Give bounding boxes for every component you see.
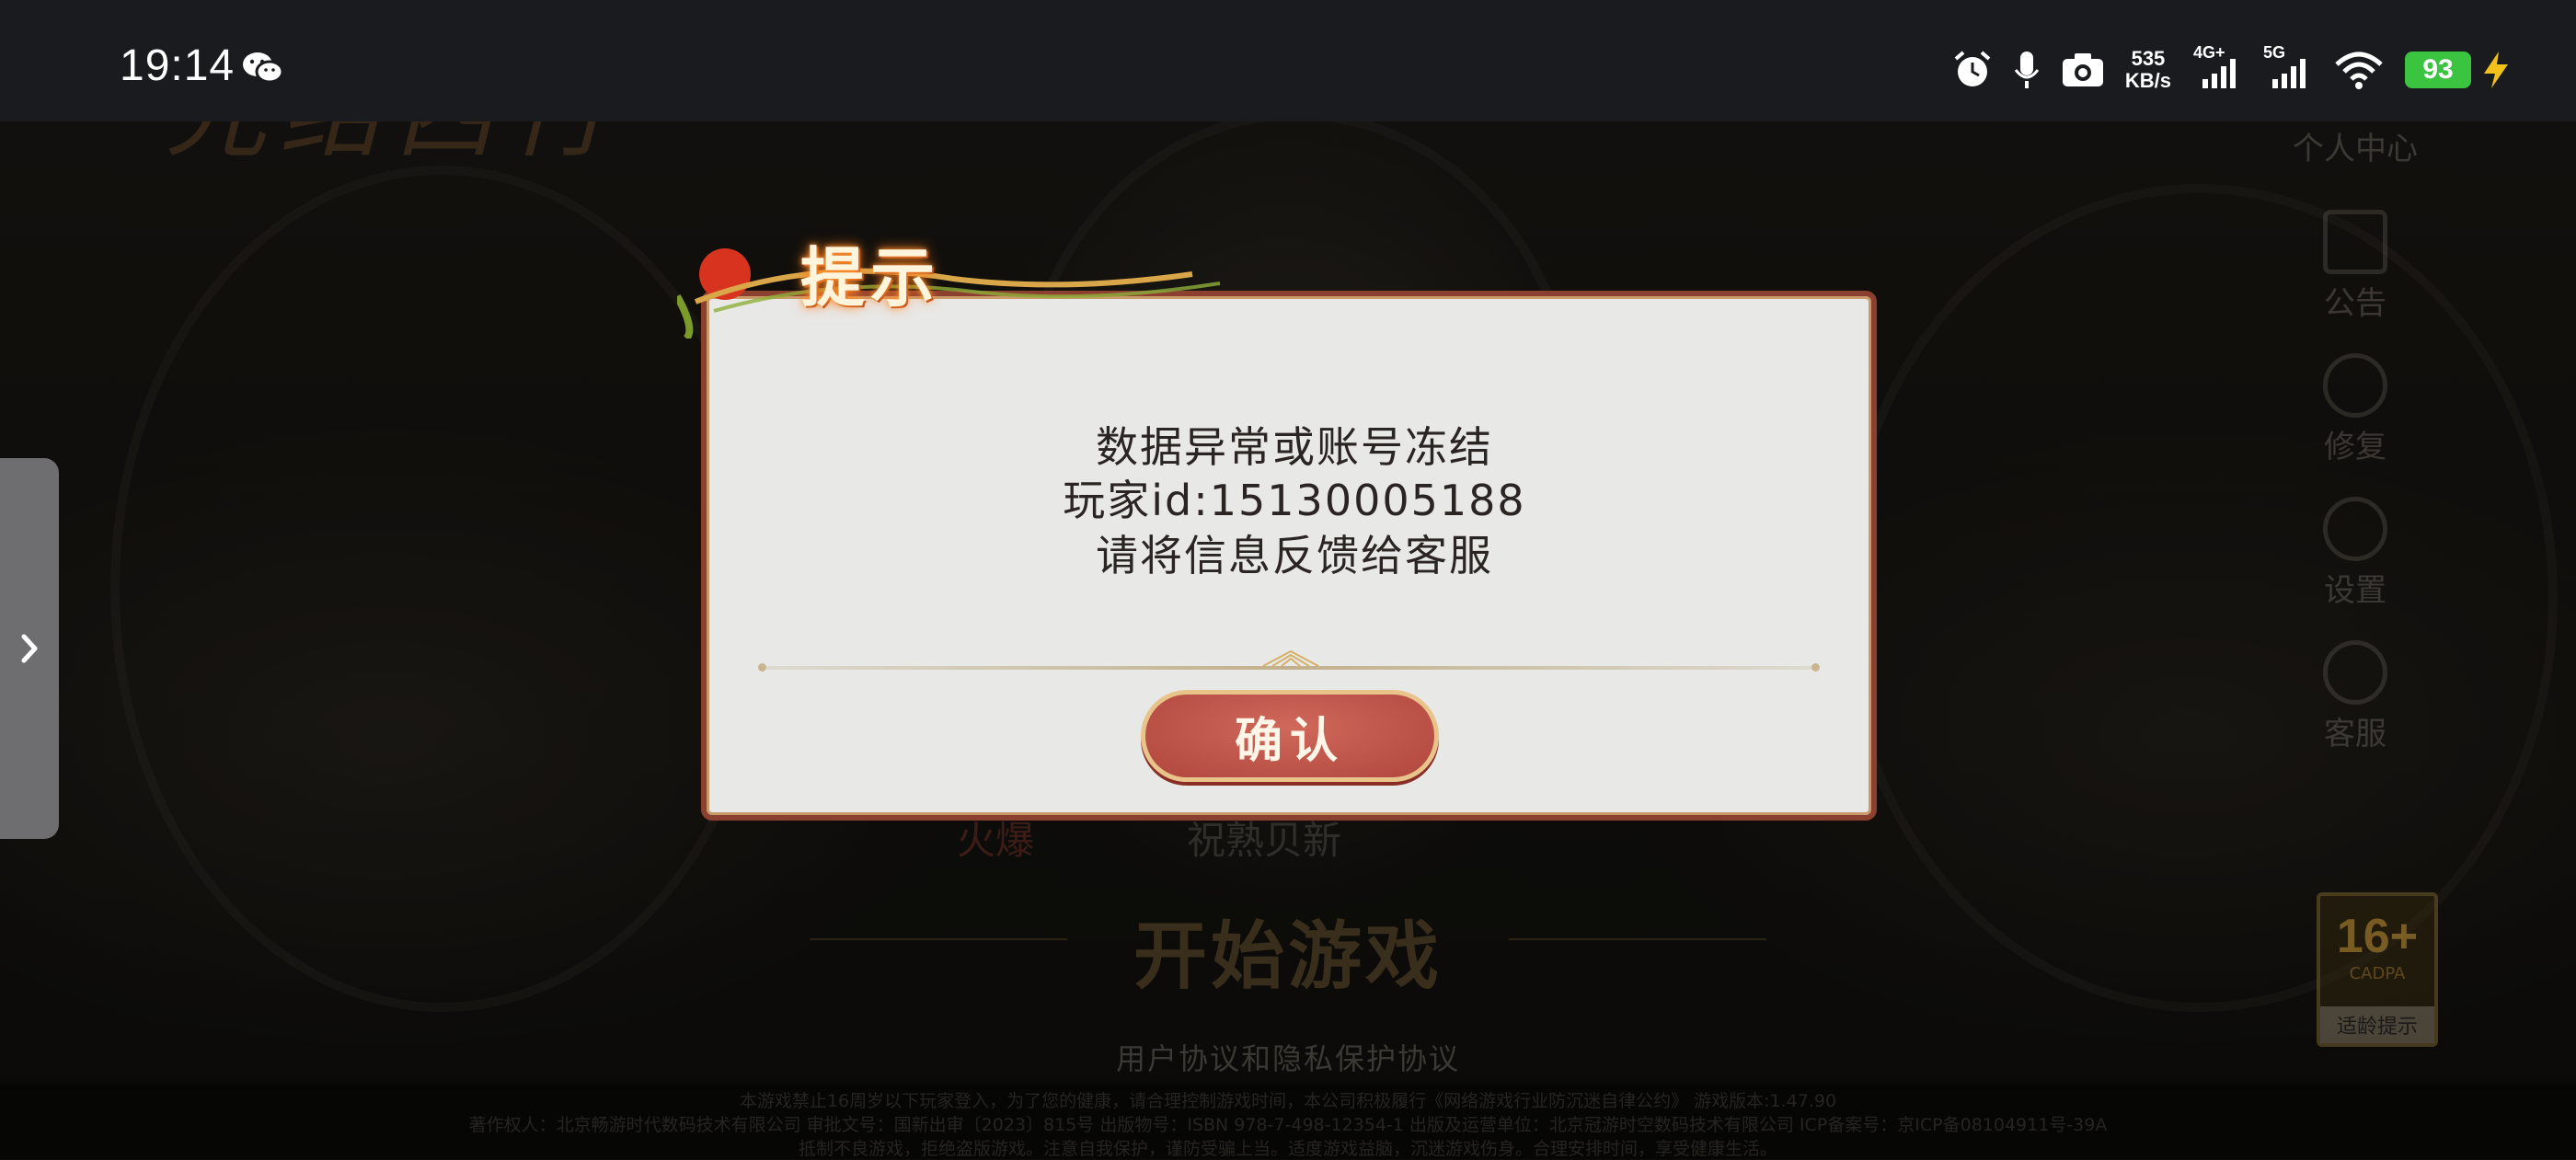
camera-icon (2062, 53, 2103, 86)
signal-4g-icon: 4G+ (2193, 43, 2243, 91)
alert-dialog: 数据异常或账号冻结 玩家id:15130005188 请将信息反馈给客服 确认 (701, 291, 1877, 821)
dialog-message-player-id: 玩家id:15130005188 (1063, 476, 1526, 525)
wifi-icon (2335, 52, 2383, 89)
confirm-button-label: 确认 (1234, 712, 1345, 769)
dialog-message-line1: 数据异常或账号冻结 (1096, 422, 1493, 472)
network-type-2: 5G (2263, 43, 2286, 62)
confirm-button[interactable]: 确认 (1141, 690, 1439, 782)
chevron-right-icon (21, 634, 38, 663)
dialog-divider (758, 649, 1820, 672)
ornament-icon (1262, 649, 1319, 666)
dialog-title-ornament (677, 248, 1221, 339)
wechat-icon (243, 52, 283, 84)
dialog-title: 提示 (800, 239, 940, 316)
clock: 19:14 (120, 41, 236, 90)
side-drawer-tab[interactable] (0, 458, 59, 839)
charging-icon (2484, 52, 2508, 88)
battery-indicator: 93 (2405, 52, 2471, 88)
dialog-message-line3: 请将信息反馈给客服 (1096, 531, 1493, 580)
alarm-icon (1954, 51, 1991, 86)
status-bar: 19:14 535 KB/s 4G+ 5G 93 (0, 0, 2576, 121)
speed-value: 535 (2131, 47, 2166, 70)
network-type-1: 4G+ (2193, 43, 2225, 62)
signal-5g-icon: 5G (2263, 43, 2313, 91)
network-speed: 535 KB/s (2125, 48, 2171, 92)
speed-unit: KB/s (2124, 69, 2171, 92)
microphone-icon (2014, 52, 2040, 88)
